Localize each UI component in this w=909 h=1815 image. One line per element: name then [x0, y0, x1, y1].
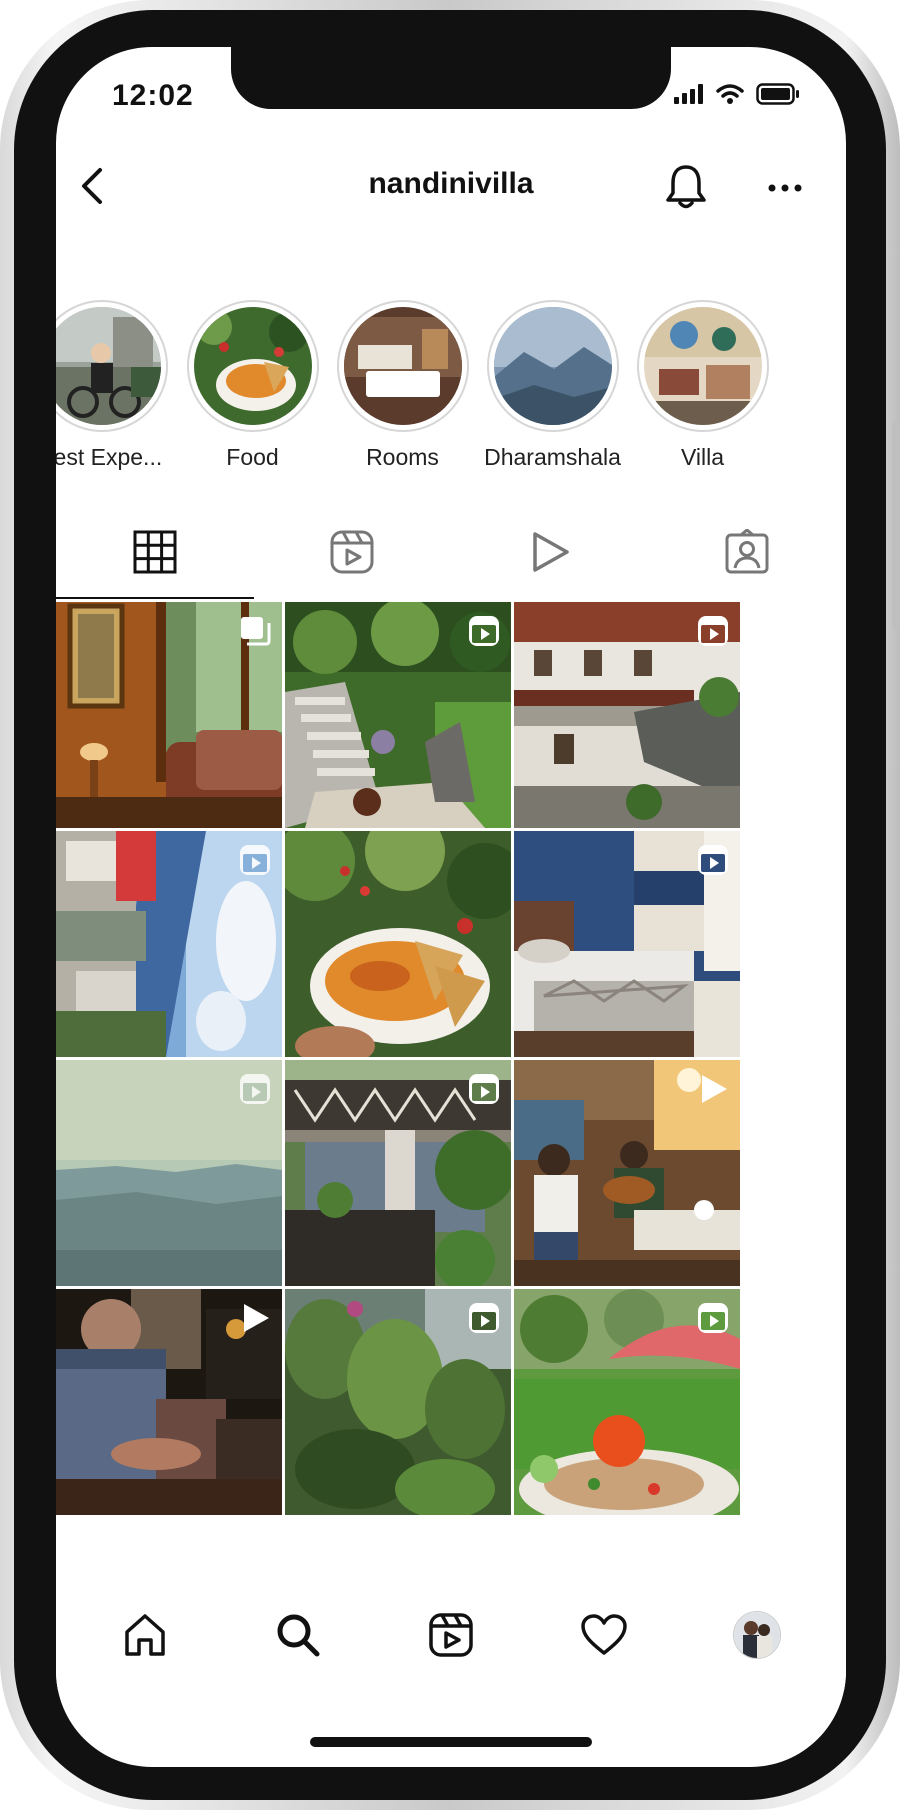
reels-icon [698, 845, 728, 875]
play-icon [244, 1304, 269, 1332]
posts-grid [56, 602, 846, 1515]
reels-icon [698, 1303, 728, 1333]
play-icon [533, 532, 569, 572]
tab-tagged[interactable] [649, 505, 847, 599]
notch [231, 47, 671, 109]
signal-icon [674, 84, 703, 104]
nav-search[interactable] [268, 1605, 328, 1665]
highlight-cover [56, 307, 161, 425]
highlight-label: uest Expe... [56, 444, 163, 470]
heart-icon [581, 1614, 627, 1655]
highlight-ring [336, 300, 469, 432]
highlight-cover [493, 307, 612, 425]
post-tile[interactable] [56, 602, 282, 828]
post-tile[interactable] [56, 1289, 282, 1515]
highlight-ring [56, 300, 168, 432]
post-tile[interactable] [285, 1289, 511, 1515]
status-time: 12:02 [112, 79, 194, 112]
status-icons [674, 83, 800, 105]
tagged-person-icon [725, 529, 769, 574]
nav-reels[interactable] [421, 1605, 481, 1665]
highlight-ring [186, 300, 319, 432]
highlight-food[interactable]: Food [165, 300, 340, 471]
reels-icon [429, 1613, 473, 1657]
profile-username: nandinivilla [368, 167, 534, 200]
tab-reels[interactable] [254, 505, 452, 599]
highlight-ring [486, 300, 619, 432]
post-tile[interactable] [514, 1289, 740, 1515]
play-icon [702, 1075, 727, 1103]
grid-icon [133, 530, 177, 574]
profile-tabs [56, 505, 846, 599]
battery-icon [756, 83, 799, 105]
highlight-dharamshala[interactable]: Dharamshala [465, 300, 640, 471]
reels-icon [240, 1074, 270, 1104]
notifications-button[interactable] [662, 162, 710, 212]
reels-icon [698, 616, 728, 646]
reels-icon [330, 530, 374, 574]
post-photo [285, 831, 511, 1057]
highlight-label: Food [226, 444, 279, 470]
more-options-button[interactable] [760, 173, 810, 203]
home-indicator [310, 1737, 592, 1747]
highlight-label: Villa [680, 444, 725, 470]
search-icon [277, 1614, 320, 1657]
highlight-villa[interactable]: Villa [615, 300, 790, 471]
reels-icon [469, 1303, 499, 1333]
highlight-label: Rooms [366, 444, 439, 470]
post-tile[interactable] [514, 1060, 740, 1286]
reels-icon [240, 845, 270, 875]
highlight-rooms[interactable]: Rooms [315, 300, 490, 471]
bottom-navigation [56, 1580, 846, 1690]
post-tile[interactable] [56, 1060, 282, 1286]
profile-avatar [733, 1611, 782, 1659]
highlight-label: Dharamshala [484, 444, 621, 470]
post-tile[interactable] [514, 602, 740, 828]
reels-icon [469, 1074, 499, 1104]
multiple-posts-icon [241, 617, 271, 646]
nav-profile[interactable] [727, 1605, 787, 1665]
post-tile[interactable] [285, 1060, 511, 1286]
bell-icon [666, 165, 706, 209]
home-icon [124, 1614, 165, 1656]
wifi-icon [716, 84, 744, 104]
post-tile[interactable] [56, 831, 282, 1057]
highlight-cover [343, 307, 462, 425]
nav-activity[interactable] [574, 1605, 634, 1665]
reels-icon [469, 616, 499, 646]
highlight-cover [193, 307, 312, 425]
app-screen: 12:02 nandinivilla est Expe... Food Room… [56, 47, 846, 1767]
highlight-ring [636, 300, 769, 432]
tab-grid[interactable] [56, 505, 254, 599]
post-tile[interactable] [285, 831, 511, 1057]
highlight-cover [643, 307, 762, 425]
post-tile[interactable] [285, 602, 511, 828]
story-highlights: uest Expe... Food [56, 300, 846, 480]
more-dots-icon [768, 184, 802, 192]
post-tile[interactable] [514, 831, 740, 1057]
nav-home[interactable] [115, 1605, 175, 1665]
tab-videos[interactable] [451, 505, 649, 599]
side-button [892, 420, 900, 630]
